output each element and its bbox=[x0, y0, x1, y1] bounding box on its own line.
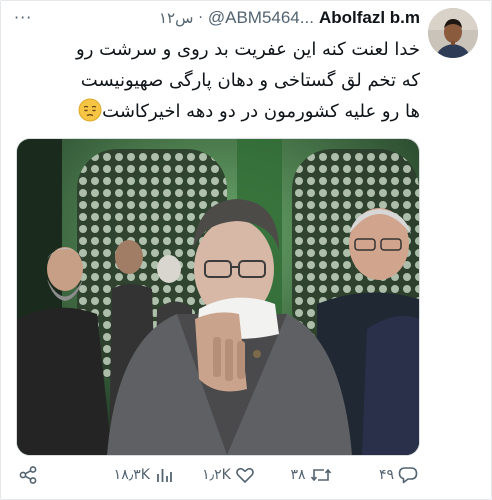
views-button[interactable]: ۱۸٫۳K bbox=[114, 465, 202, 485]
more-options-button[interactable]: ··· bbox=[14, 10, 36, 28]
tweet-line-text: ها رو علیه کشورمون در دو دهه اخیرکاشت bbox=[102, 101, 420, 122]
retweet-icon bbox=[310, 468, 331, 482]
reply-count: ۴۹ bbox=[378, 467, 394, 483]
retweet-count: ۳۸ bbox=[290, 467, 306, 483]
tweet-line: خدا لعنت کنه این عفریت بد روی و سرشت رو bbox=[76, 39, 420, 60]
like-count: ۱٫۲K bbox=[202, 467, 231, 483]
tweet-time[interactable]: ۱۲س bbox=[159, 9, 193, 27]
pensive-face-emoji bbox=[78, 98, 102, 122]
reply-icon bbox=[398, 467, 418, 484]
header-separator: · bbox=[198, 10, 203, 26]
tweet-text: خدا لعنت کنه این عفریت بد روی و سرشت رو … bbox=[20, 34, 420, 127]
avatar[interactable] bbox=[428, 8, 478, 58]
tweet-actions: ۱۸٫۳K ۱٫۲K ۳۸ ۴۹ bbox=[18, 462, 418, 488]
user-handle[interactable]: @ABM5464... bbox=[208, 8, 314, 28]
reply-button[interactable]: ۴۹ bbox=[379, 465, 418, 485]
view-count: ۱۸٫۳K bbox=[113, 467, 150, 483]
tweet-photo[interactable] bbox=[16, 138, 420, 456]
display-name[interactable]: Abolfazl b.m bbox=[319, 8, 420, 28]
retweet-button[interactable]: ۳۸ bbox=[291, 465, 379, 485]
share-button[interactable] bbox=[18, 465, 76, 485]
heart-icon bbox=[236, 467, 254, 483]
tweet-line: ها رو علیه کشورمون در دو دهه اخیرکاشت bbox=[20, 96, 420, 127]
like-button[interactable]: ۱٫۲K bbox=[202, 465, 290, 485]
tweet-header: ۱۲س · @ABM5464... Abolfazl b.m bbox=[159, 6, 420, 30]
share-icon bbox=[19, 466, 37, 484]
views-icon bbox=[157, 469, 172, 482]
tweet-line: که تخم لق گستاخی و دهان پارگی صهیونیست bbox=[80, 70, 420, 91]
